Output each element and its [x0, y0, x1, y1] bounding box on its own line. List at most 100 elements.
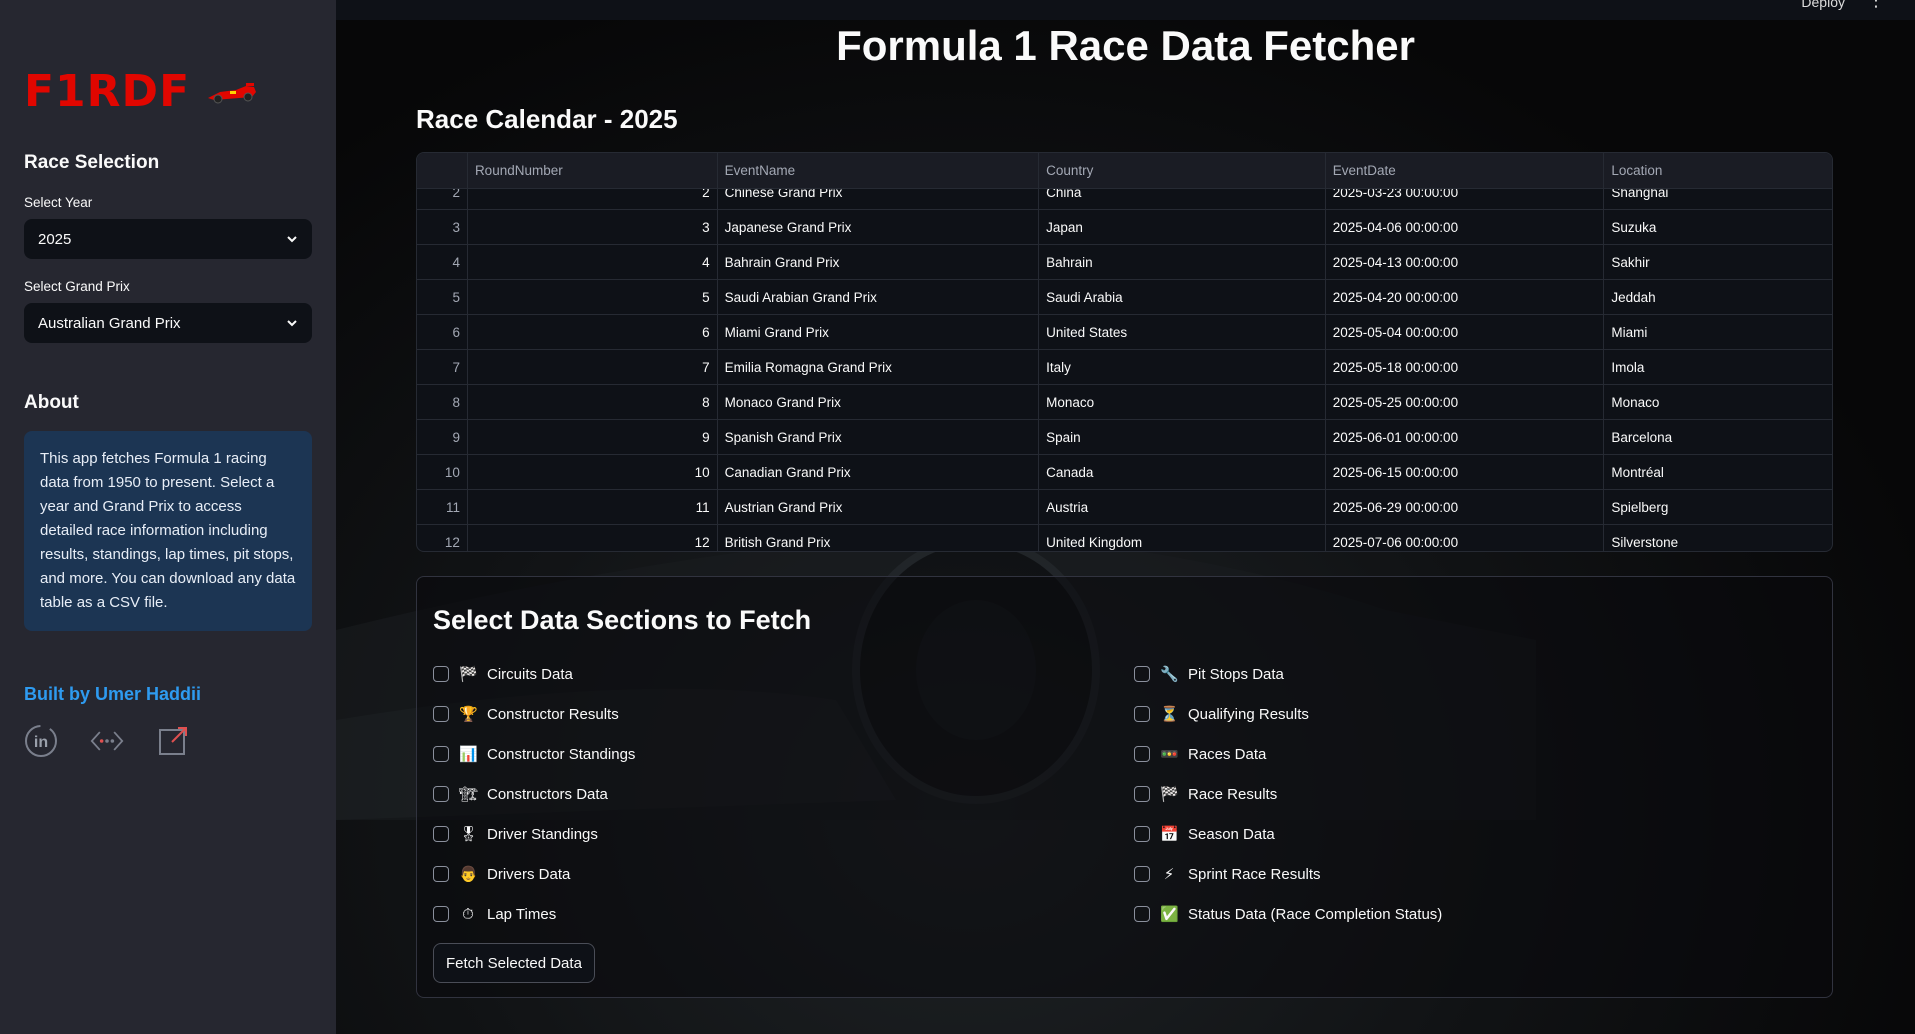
table-cell[interactable]: Monaco	[1604, 385, 1832, 419]
table-cell[interactable]: Miami Grand Prix	[718, 315, 1040, 349]
table-cell[interactable]: Montréal	[1604, 455, 1832, 489]
table-cell[interactable]: 7	[417, 350, 468, 384]
table-cell[interactable]: Japan	[1039, 210, 1326, 244]
main-menu-icon[interactable]: ⋮	[1867, 0, 1885, 11]
table-cell[interactable]: Canada	[1039, 455, 1326, 489]
checkbox-season-data[interactable]: 📅 Season Data	[1134, 825, 1275, 843]
table-row[interactable]: 12 12 British Grand Prix United Kingdom 2025…	[417, 525, 1832, 551]
table-cell[interactable]: 5	[417, 280, 468, 314]
checkbox-race-results[interactable]: 🏁 Race Results	[1134, 785, 1277, 803]
table-cell[interactable]: 2025-06-15 00:00:00	[1326, 455, 1605, 489]
checkbox[interactable]	[1134, 746, 1150, 762]
table-cell[interactable]: Silverstone	[1604, 525, 1832, 551]
checkbox[interactable]	[1134, 826, 1150, 842]
table-cell[interactable]: 2025-06-01 00:00:00	[1326, 420, 1605, 454]
table-cell[interactable]: 3	[468, 210, 718, 244]
checkbox[interactable]	[433, 866, 449, 882]
checkbox-qualifying-results[interactable]: ⏳ Qualifying Results	[1134, 705, 1309, 723]
table-cell[interactable]: 2025-06-29 00:00:00	[1326, 490, 1605, 524]
table-cell[interactable]: 9	[417, 420, 468, 454]
table-cell[interactable]: British Grand Prix	[718, 525, 1040, 551]
checkbox-races-data[interactable]: 🚥 Races Data	[1134, 745, 1266, 763]
table-cell[interactable]: 2025-07-06 00:00:00	[1326, 525, 1605, 551]
table-row[interactable]: 10 10 Canadian Grand Prix Canada 2025-06-15 …	[417, 455, 1832, 490]
table-cell[interactable]: Saudi Arabia	[1039, 280, 1326, 314]
table-cell[interactable]: 2025-05-04 00:00:00	[1326, 315, 1605, 349]
table-cell[interactable]: United Kingdom	[1039, 525, 1326, 551]
year-select[interactable]: 2025	[24, 219, 312, 259]
checkbox[interactable]	[1134, 786, 1150, 802]
race-calendar-table[interactable]: RoundNumber EventName Country EventDate Loca…	[416, 152, 1833, 552]
checkbox-pit-stops-data[interactable]: 🔧 Pit Stops Data	[1134, 665, 1284, 683]
table-cell[interactable]: 4	[468, 245, 718, 279]
fetch-selected-data-button[interactable]: Fetch Selected Data	[433, 943, 595, 983]
table-cell[interactable]: Monaco Grand Prix	[718, 385, 1040, 419]
table-cell[interactable]: Austrian Grand Prix	[718, 490, 1040, 524]
table-cell[interactable]: 7	[468, 350, 718, 384]
table-cell[interactable]: 11	[468, 490, 718, 524]
checkbox[interactable]	[1134, 666, 1150, 682]
table-cell[interactable]: 2025-05-18 00:00:00	[1326, 350, 1605, 384]
column-header[interactable]: EventDate	[1326, 153, 1605, 189]
table-cell[interactable]: Canadian Grand Prix	[718, 455, 1040, 489]
deploy-button[interactable]: Deploy	[1801, 0, 1845, 10]
checkbox-constructors-data[interactable]: 🏗 Constructors Data	[433, 785, 608, 803]
table-cell[interactable]: Jeddah	[1604, 280, 1832, 314]
table-row[interactable]: 7 7 Emilia Romagna Grand Prix Italy 2025-05-…	[417, 350, 1832, 385]
table-row[interactable]: 5 5 Saudi Arabian Grand Prix Saudi Arabia 20…	[417, 280, 1832, 315]
table-cell[interactable]: Monaco	[1039, 385, 1326, 419]
table-cell[interactable]: 3	[417, 210, 468, 244]
column-header[interactable]	[417, 153, 468, 189]
table-cell[interactable]: 2025-04-13 00:00:00	[1326, 245, 1605, 279]
checkbox-circuits-data[interactable]: 🏁 Circuits Data	[433, 665, 573, 683]
checkbox[interactable]	[1134, 706, 1150, 722]
table-cell[interactable]: 10	[417, 455, 468, 489]
table-cell[interactable]: Emilia Romagna Grand Prix	[718, 350, 1040, 384]
table-cell[interactable]: 4	[417, 245, 468, 279]
table-row[interactable]: 3 3 Japanese Grand Prix Japan 2025-04-06 00:…	[417, 210, 1832, 245]
table-cell[interactable]: 12	[468, 525, 718, 551]
checkbox-lap-times[interactable]: ⏱ Lap Times	[433, 905, 556, 923]
table-cell[interactable]: 2025-04-20 00:00:00	[1326, 280, 1605, 314]
checkbox[interactable]	[433, 666, 449, 682]
built-by-link[interactable]: Built by Umer Haddii	[24, 684, 201, 705]
table-cell[interactable]: 12	[417, 525, 468, 551]
table-cell[interactable]: 8	[417, 385, 468, 419]
grand-prix-select[interactable]: Australian Grand Prix	[24, 303, 312, 343]
checkbox-status-data-race-completion-status[interactable]: ✅ Status Data (Race Completion Status)	[1134, 905, 1442, 923]
checkbox-drivers-data[interactable]: 👨 Drivers Data	[433, 865, 570, 883]
table-cell[interactable]: 8	[468, 385, 718, 419]
table-cell[interactable]: Bahrain Grand Prix	[718, 245, 1040, 279]
column-header[interactable]: Location	[1604, 153, 1832, 189]
table-row[interactable]: 11 11 Austrian Grand Prix Austria 2025-06-29…	[417, 490, 1832, 525]
checkbox[interactable]	[433, 906, 449, 922]
checkbox-constructor-standings[interactable]: 📊 Constructor Standings	[433, 745, 635, 763]
table-row[interactable]: 4 4 Bahrain Grand Prix Bahrain 2025-04-13 00…	[417, 245, 1832, 280]
column-header[interactable]: RoundNumber	[468, 153, 718, 189]
table-cell[interactable]: 2025-04-06 00:00:00	[1326, 210, 1605, 244]
checkbox[interactable]	[433, 786, 449, 802]
table-cell[interactable]: Spain	[1039, 420, 1326, 454]
table-row[interactable]: 9 9 Spanish Grand Prix Spain 2025-06-01 00:0…	[417, 420, 1832, 455]
table-cell[interactable]: 9	[468, 420, 718, 454]
table-cell[interactable]: Sakhir	[1604, 245, 1832, 279]
checkbox-sprint-race-results[interactable]: ⚡ Sprint Race Results	[1134, 865, 1321, 883]
checkbox-driver-standings[interactable]: 🎖 Driver Standings	[433, 825, 598, 843]
table-cell[interactable]: 5	[468, 280, 718, 314]
checkbox[interactable]	[1134, 866, 1150, 882]
checkbox[interactable]	[433, 746, 449, 762]
table-cell[interactable]: Japanese Grand Prix	[718, 210, 1040, 244]
table-cell[interactable]: Imola	[1604, 350, 1832, 384]
column-header[interactable]: EventName	[718, 153, 1040, 189]
table-cell[interactable]: 6	[468, 315, 718, 349]
table-cell[interactable]: Italy	[1039, 350, 1326, 384]
table-row[interactable]: 6 6 Miami Grand Prix United States 2025-05-0…	[417, 315, 1832, 350]
column-header[interactable]: Country	[1039, 153, 1326, 189]
table-cell[interactable]: Barcelona	[1604, 420, 1832, 454]
table-cell[interactable]: 11	[417, 490, 468, 524]
checkbox[interactable]	[433, 706, 449, 722]
table-cell[interactable]: Spielberg	[1604, 490, 1832, 524]
table-cell[interactable]: 6	[417, 315, 468, 349]
table-cell[interactable]: United States	[1039, 315, 1326, 349]
table-row[interactable]: 8 8 Monaco Grand Prix Monaco 2025-05-25 00:0…	[417, 385, 1832, 420]
